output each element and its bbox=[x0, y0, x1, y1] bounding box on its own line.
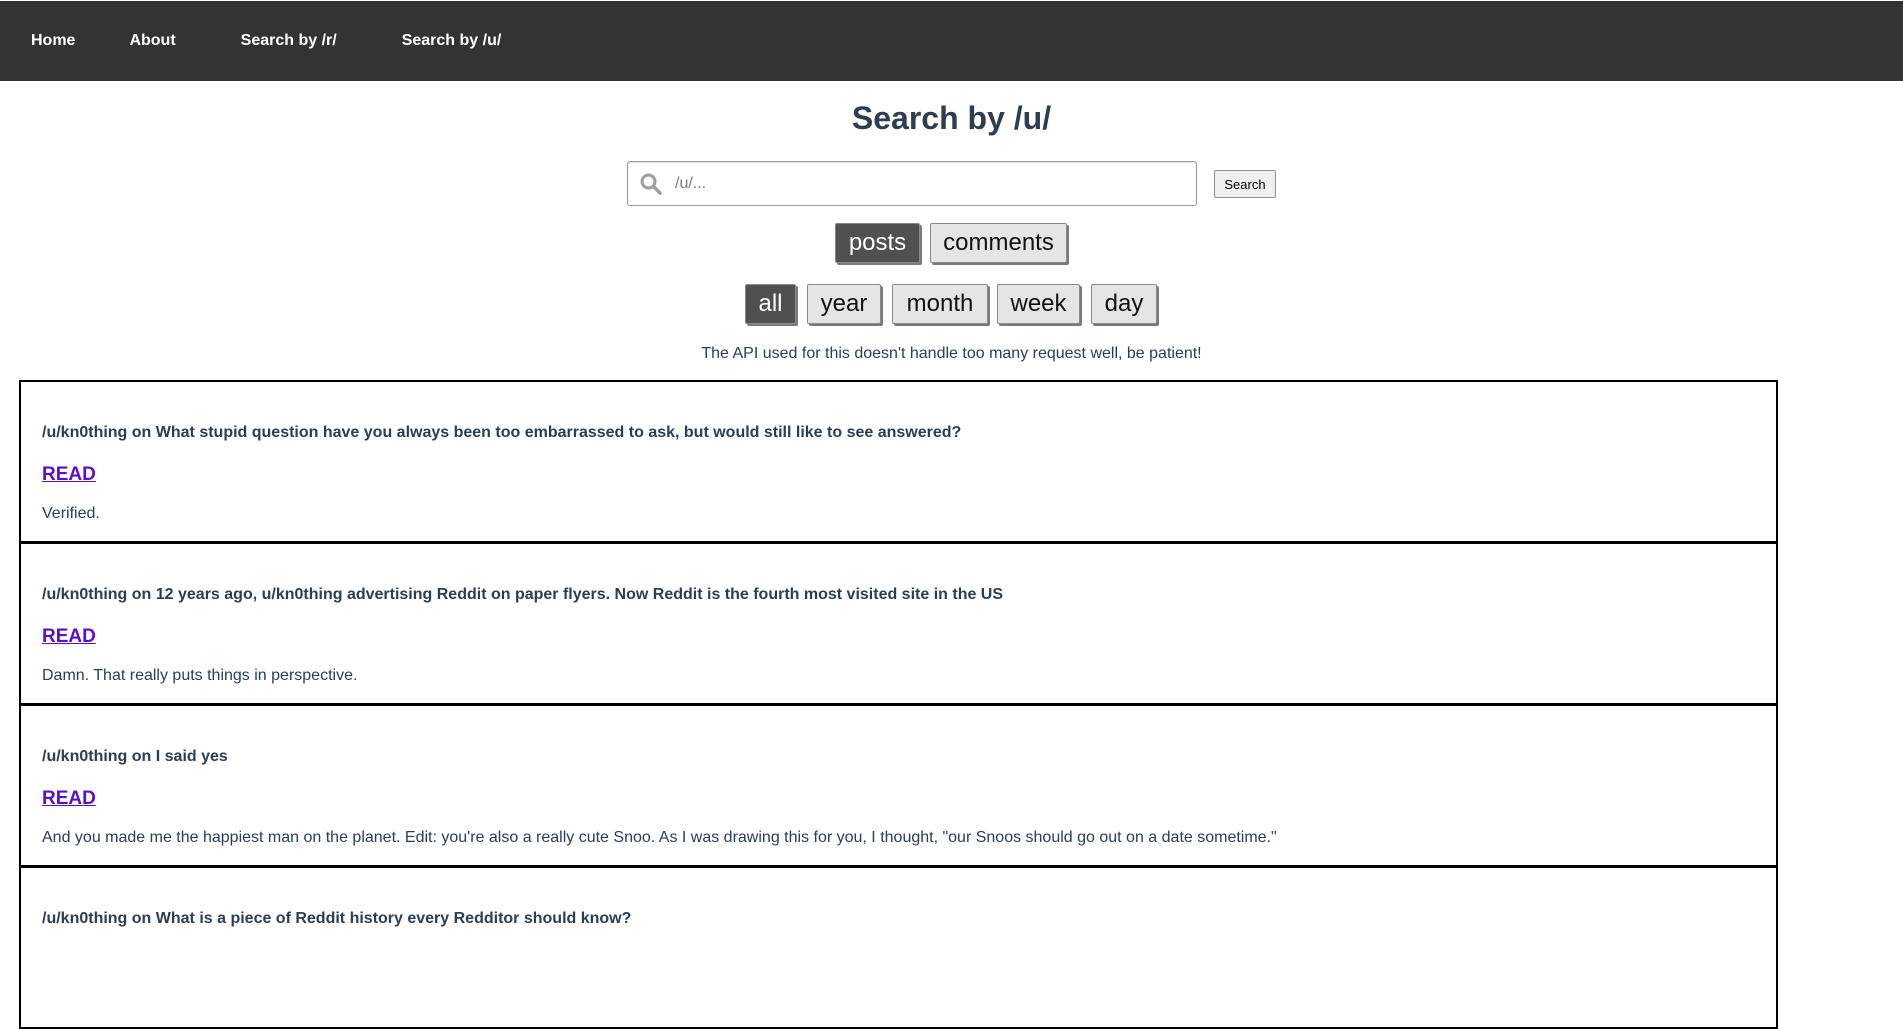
search-button[interactable]: Search bbox=[1214, 170, 1276, 198]
filter-month-button[interactable]: month bbox=[892, 284, 988, 324]
search-box bbox=[627, 161, 1197, 206]
result-title: /u/kn0thing on What stupid question have… bbox=[42, 424, 962, 441]
page-title: Search by /u/ bbox=[851, 100, 1052, 136]
result-title: /u/kn0thing on I said yes bbox=[42, 748, 228, 765]
result-title: /u/kn0thing on 12 years ago, u/kn0thing … bbox=[42, 586, 1004, 603]
nav-home-link[interactable]: Home bbox=[31, 32, 75, 50]
result-body: Damn. That really puts things in perspec… bbox=[42, 667, 358, 684]
comments-toggle-button[interactable]: comments bbox=[930, 223, 1067, 263]
result-card: /u/kn0thing on What stupid question have… bbox=[19, 380, 1778, 543]
search-input[interactable] bbox=[668, 162, 1195, 205]
read-link[interactable]: READ bbox=[42, 788, 96, 810]
result-card: /u/kn0thing on What is a piece of Reddit… bbox=[19, 866, 1778, 1029]
read-link[interactable]: READ bbox=[42, 626, 96, 648]
filter-all-button[interactable]: all bbox=[745, 284, 796, 324]
filter-day-button[interactable]: day bbox=[1091, 284, 1157, 324]
nav-search-subreddit-link[interactable]: Search by /r/ bbox=[241, 32, 337, 50]
results-list: /u/kn0thing on What stupid question have… bbox=[19, 380, 1778, 1029]
top-nav: Home About Search by /r/ Search by /u/ bbox=[0, 1, 1903, 81]
result-card: /u/kn0thing on 12 years ago, u/kn0thing … bbox=[19, 542, 1778, 705]
nav-search-user-link[interactable]: Search by /u/ bbox=[402, 32, 502, 50]
result-body: And you made me the happiest man on the … bbox=[42, 829, 1277, 846]
result-body: Verified. bbox=[42, 505, 100, 522]
nav-about-link[interactable]: About bbox=[129, 32, 175, 50]
filter-year-button[interactable]: year bbox=[807, 284, 881, 324]
result-title: /u/kn0thing on What is a piece of Reddit… bbox=[42, 910, 632, 927]
magnifier-icon bbox=[640, 173, 662, 195]
read-link[interactable]: READ bbox=[42, 464, 96, 486]
api-notice: The API used for this doesn't handle too… bbox=[701, 345, 1202, 362]
filter-week-button[interactable]: week bbox=[997, 284, 1080, 324]
result-card: /u/kn0thing on I said yes READ And you m… bbox=[19, 704, 1778, 867]
posts-toggle-button[interactable]: posts bbox=[835, 223, 920, 263]
